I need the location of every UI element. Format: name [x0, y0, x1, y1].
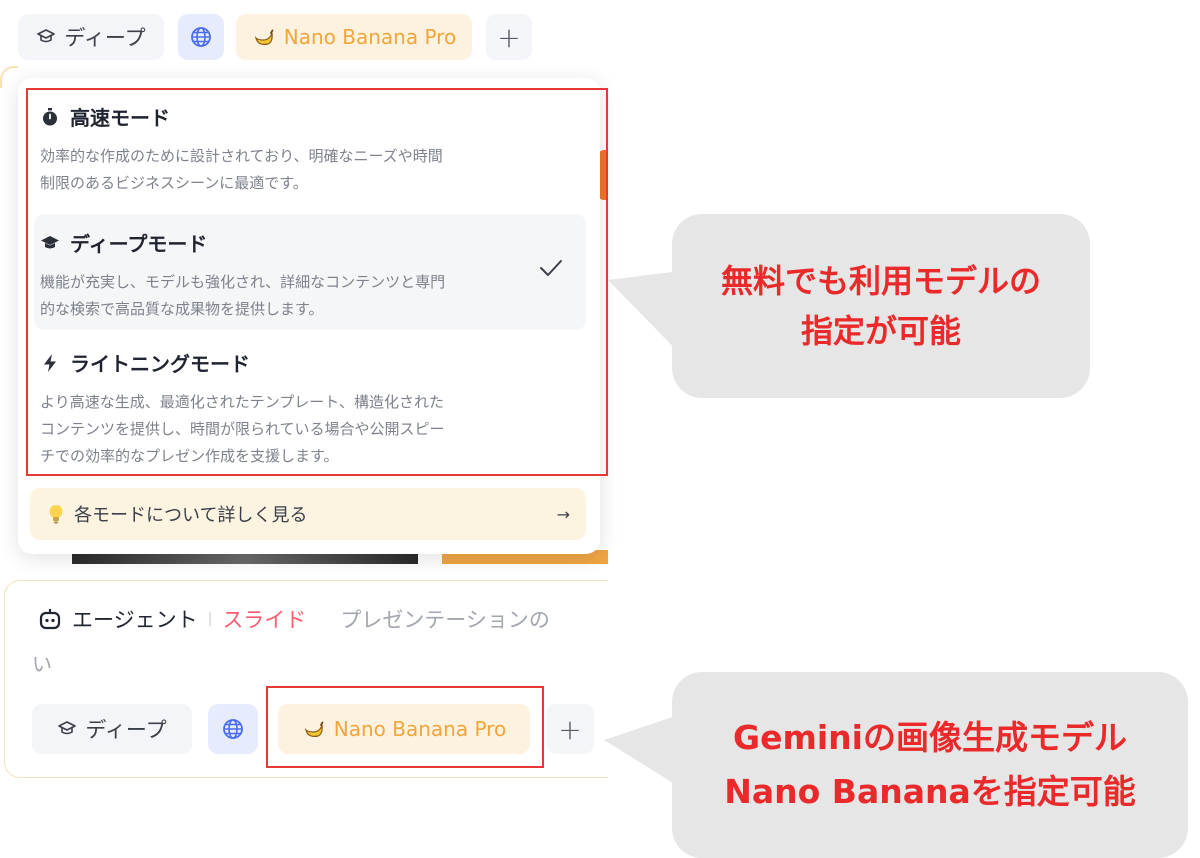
globe-icon	[191, 27, 211, 47]
deep-mode-label: ディープ	[64, 26, 146, 50]
callout-top: 無料でも利用モデルの 指定が可能	[672, 214, 1090, 398]
web-search-toggle[interactable]	[178, 14, 224, 60]
model-label: Nano Banana Pro	[283, 25, 457, 49]
web-search-toggle-bottom[interactable]	[208, 704, 258, 754]
deep-mode-icon	[37, 29, 56, 43]
add-button[interactable]: +	[486, 14, 532, 60]
deep-mode-chip-bottom[interactable]: ディープ	[32, 704, 192, 754]
add-button-bottom[interactable]: +	[546, 704, 594, 754]
highlight-box-modes	[26, 88, 608, 476]
learn-more-modes-link[interactable]: 各モードについて詳しく見る →	[30, 488, 586, 540]
callout-bottom: Geminiの画像生成モデル Nano Bananaを指定可能	[672, 672, 1188, 858]
plus-icon: +	[558, 712, 582, 746]
background-card-edge	[0, 66, 18, 88]
agent-label[interactable]: エージェント	[72, 604, 198, 634]
separator: |	[207, 611, 213, 627]
input-placeholder[interactable]: プレゼンテーションの	[340, 604, 550, 634]
robot-icon	[39, 609, 61, 630]
banana-icon	[254, 29, 274, 45]
agent-row: エージェント | スライド プレゼンテーションの	[38, 604, 550, 634]
plus-icon: +	[497, 20, 521, 54]
deep-mode-label: ディープ	[85, 718, 167, 742]
slide-label[interactable]: スライド	[222, 604, 306, 634]
deep-mode-icon	[58, 721, 77, 735]
deep-mode-chip[interactable]: ディープ	[18, 14, 164, 60]
model-select-nano-banana[interactable]: Nano Banana Pro	[236, 14, 472, 60]
learn-more-label: 各モードについて詳しく見る	[74, 505, 308, 526]
highlight-box-model	[266, 686, 544, 768]
globe-icon	[223, 719, 243, 739]
arrow-right-icon: →	[556, 504, 570, 524]
lightbulb-icon	[49, 505, 63, 524]
input-placeholder-continued: い	[32, 652, 52, 676]
